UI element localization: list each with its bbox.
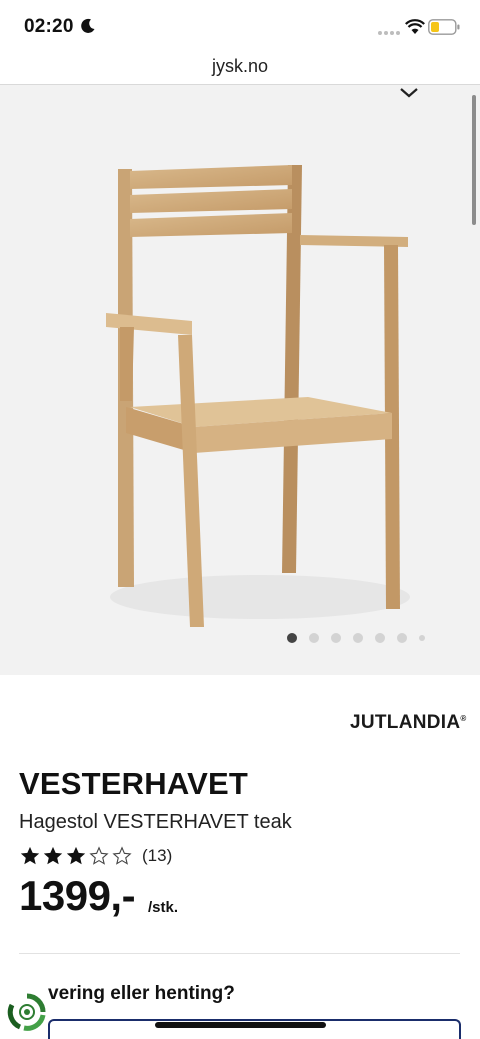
home-indicator[interactable]	[155, 1022, 326, 1028]
pagination-dot[interactable]	[375, 633, 385, 643]
url-text: jysk.no	[211, 56, 269, 76]
status-bar: 02:20	[0, 0, 480, 56]
star-filled-icon	[20, 846, 40, 865]
brand-name: JUTLANDIA	[350, 712, 461, 733]
product-description: Hagestol VESTERHAVET teak	[19, 811, 292, 833]
wifi-icon	[405, 19, 425, 34]
signal-icon	[378, 31, 400, 35]
star-filled-icon	[43, 846, 63, 865]
star-filled-icon	[66, 846, 86, 865]
gallery-pagination[interactable]	[287, 632, 437, 644]
product-title: VESTERHAVET	[19, 766, 248, 801]
product-image	[106, 165, 410, 627]
eco-recycle-icon[interactable]	[6, 991, 48, 1033]
pagination-dot[interactable]	[287, 633, 297, 643]
product-image-gallery[interactable]	[0, 85, 480, 675]
pagination-dot[interactable]	[309, 633, 319, 643]
delivery-heading: vering eller henting?	[48, 983, 235, 1004]
product-price: 1399,-	[19, 872, 136, 919]
pagination-dot[interactable]	[397, 633, 407, 643]
pagination-dot[interactable]	[419, 635, 425, 641]
divider	[19, 953, 460, 954]
review-count[interactable]: (13)	[142, 846, 172, 866]
scrollbar[interactable]	[472, 95, 476, 225]
brand-logo[interactable]: JUTLANDIA®	[350, 712, 467, 734]
registered-mark: ®	[460, 714, 467, 723]
moon-icon	[81, 18, 95, 33]
battery-icon	[428, 19, 460, 35]
star-empty-icon	[89, 846, 109, 865]
price-unit: /stk.	[148, 899, 179, 916]
pagination-dot[interactable]	[353, 633, 363, 643]
rating-summary[interactable]: (13)	[19, 845, 172, 867]
star-empty-icon	[112, 846, 132, 865]
pagination-dot[interactable]	[331, 633, 341, 643]
status-time: 02:20	[24, 16, 74, 37]
chevron-down-icon[interactable]	[399, 87, 419, 99]
address-bar[interactable]: jysk.no	[0, 56, 480, 85]
